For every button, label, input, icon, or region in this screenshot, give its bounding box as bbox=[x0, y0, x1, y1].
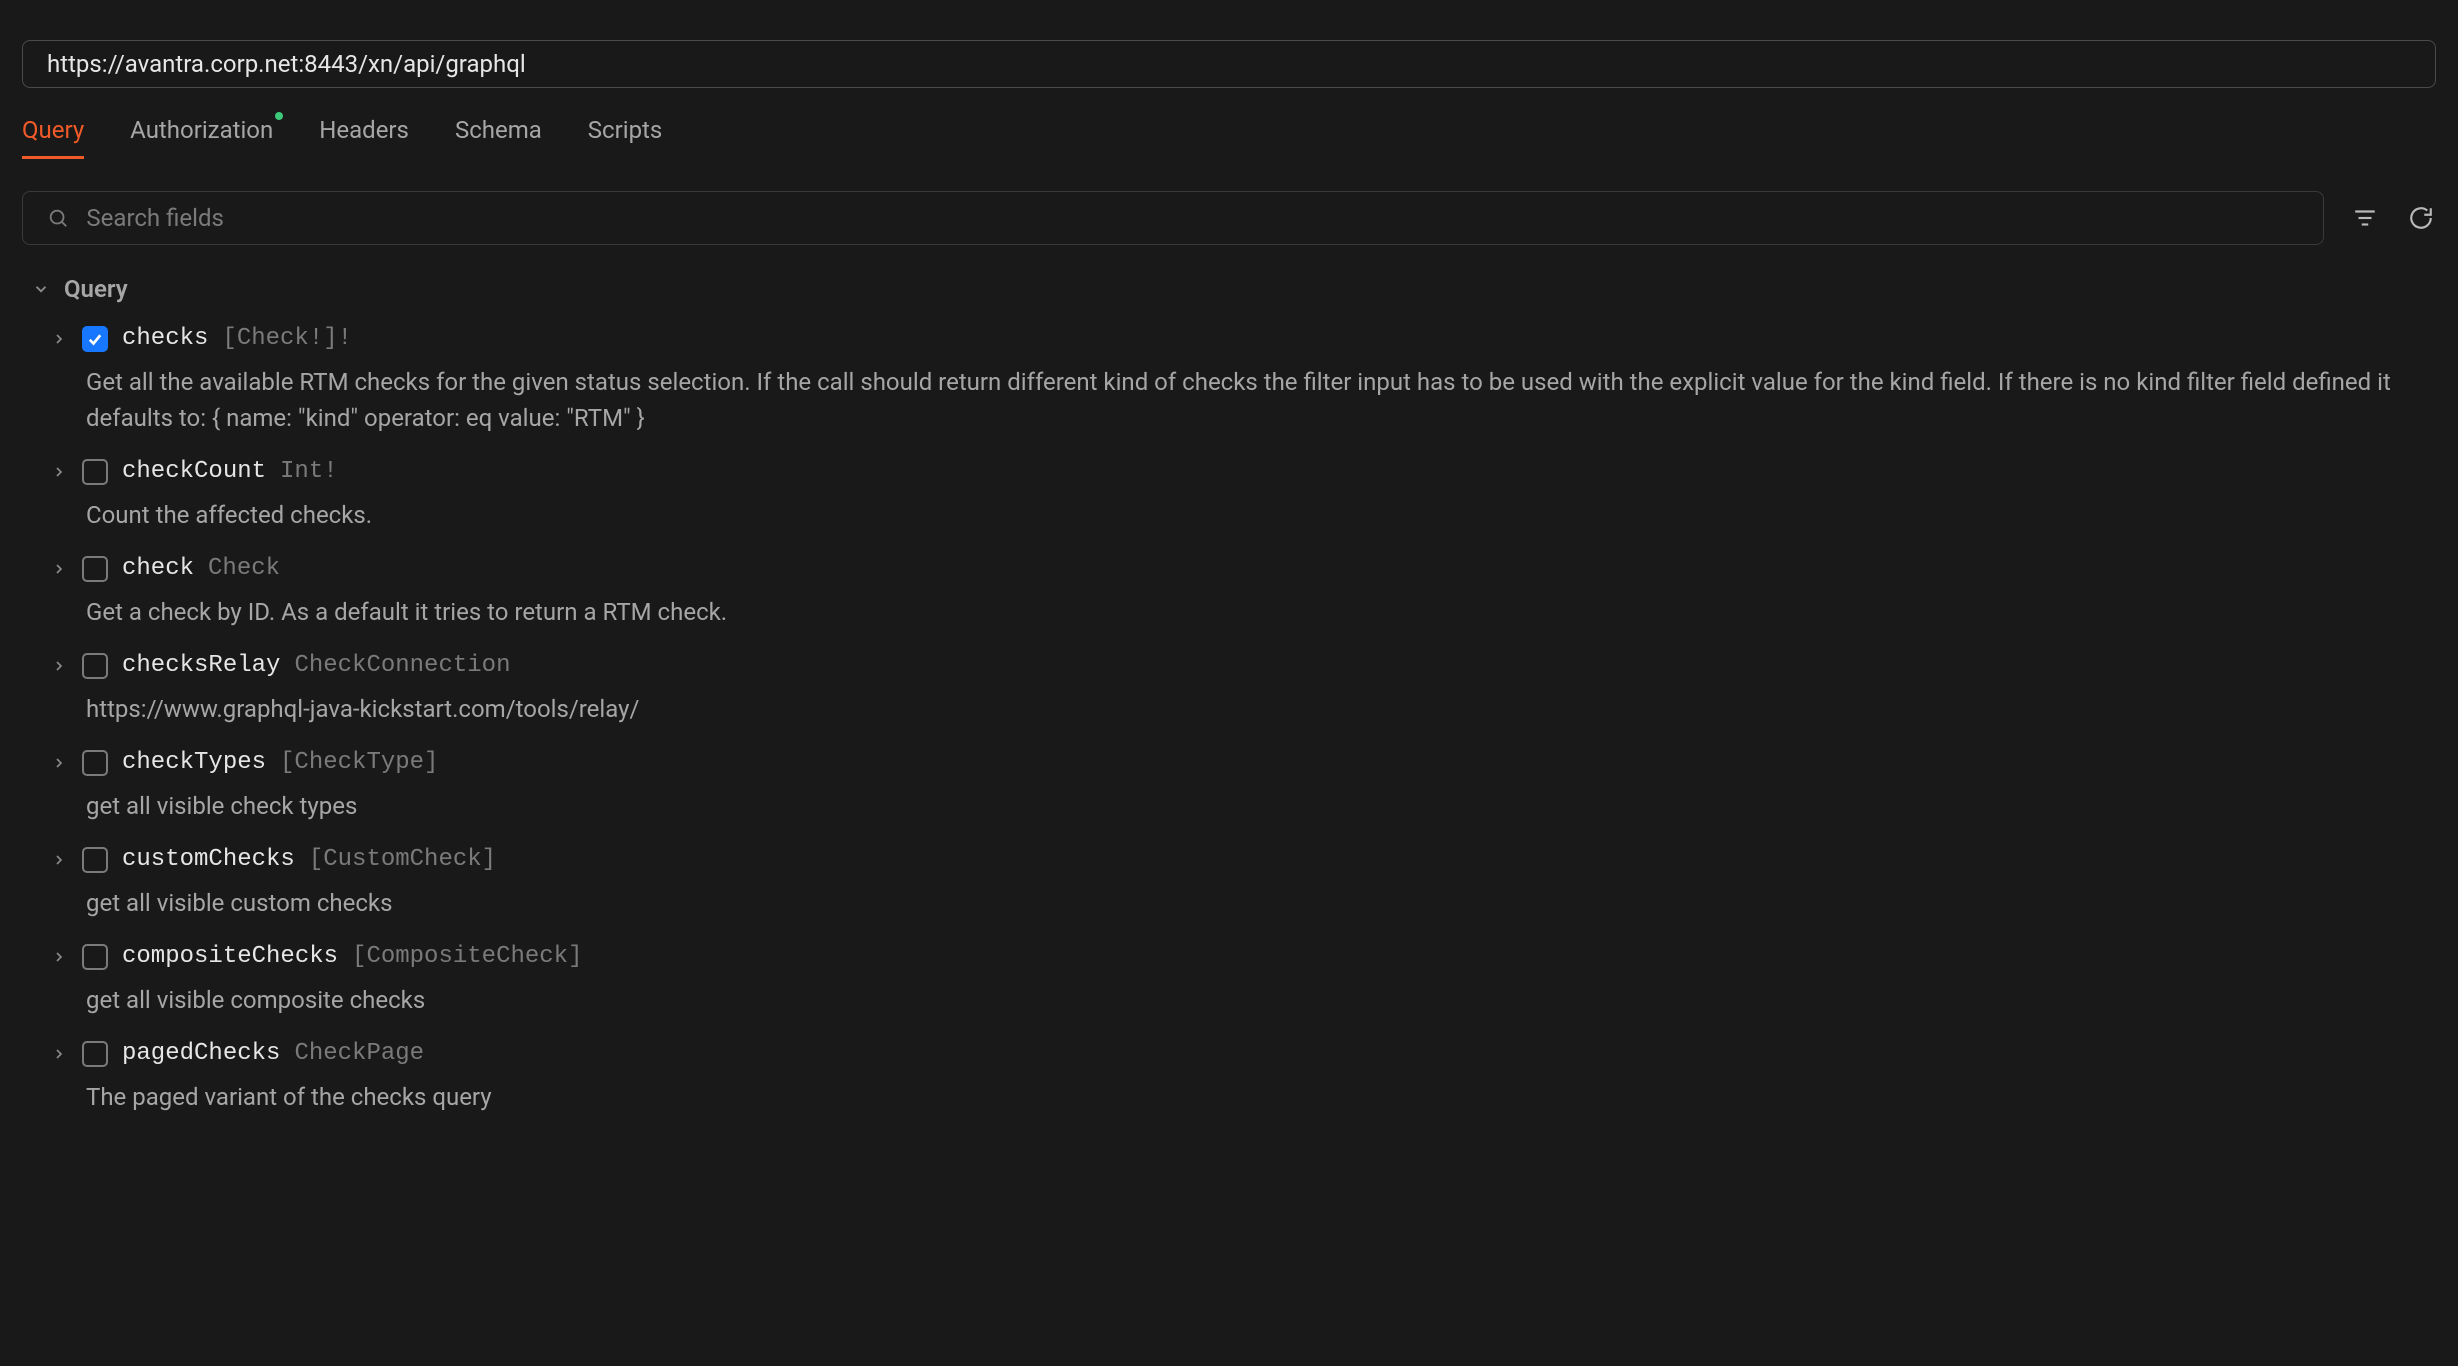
field-type: Int! bbox=[280, 458, 338, 485]
field-description: Get all the available RTM checks for the… bbox=[86, 364, 2436, 436]
status-dot-icon bbox=[275, 112, 283, 120]
field-name: check bbox=[122, 555, 194, 582]
field-description: The paged variant of the checks query bbox=[86, 1079, 2436, 1115]
chevron-right-icon[interactable] bbox=[50, 755, 68, 771]
chevron-right-icon[interactable] bbox=[50, 949, 68, 965]
tab-label: Query bbox=[22, 116, 84, 144]
field-name: checkCount bbox=[122, 458, 266, 485]
field-row[interactable]: checks [Check!]! bbox=[50, 325, 2436, 352]
root-type-label: Query bbox=[64, 275, 128, 303]
field-name: checks bbox=[122, 325, 208, 352]
root-type-row[interactable]: Query bbox=[32, 275, 2436, 303]
field-checkbox[interactable] bbox=[82, 653, 108, 679]
field-row[interactable]: compositeChecks [CompositeCheck] bbox=[50, 943, 2436, 970]
field-type: [CompositeCheck] bbox=[352, 943, 582, 970]
field-type: [Check!]! bbox=[222, 325, 352, 352]
field-row[interactable]: customChecks [CustomCheck] bbox=[50, 846, 2436, 873]
field-type: [CheckType] bbox=[280, 749, 438, 776]
url-input[interactable] bbox=[47, 50, 2411, 78]
field-row[interactable]: pagedChecks CheckPage bbox=[50, 1040, 2436, 1067]
tab-label: Scripts bbox=[588, 116, 663, 144]
field-description: Get a check by ID. As a default it tries… bbox=[86, 594, 2436, 630]
toolbar bbox=[0, 159, 2458, 245]
field-row[interactable]: checkTypes [CheckType] bbox=[50, 749, 2436, 776]
field-checkbox[interactable] bbox=[82, 556, 108, 582]
field-description: Count the affected checks. bbox=[86, 497, 2436, 533]
field-description: get all visible check types bbox=[86, 788, 2436, 824]
search-input[interactable] bbox=[86, 204, 2303, 232]
field-type: CheckPage bbox=[294, 1040, 424, 1067]
tab-schema[interactable]: Schema bbox=[455, 116, 542, 158]
field-checkbox[interactable] bbox=[82, 1041, 108, 1067]
field-name: customChecks bbox=[122, 846, 295, 873]
field-checkbox[interactable] bbox=[82, 326, 108, 352]
tab-scripts[interactable]: Scripts bbox=[588, 116, 663, 158]
field-row[interactable]: check Check bbox=[50, 555, 2436, 582]
field-checkbox[interactable] bbox=[82, 847, 108, 873]
field-checkbox[interactable] bbox=[82, 750, 108, 776]
chevron-right-icon[interactable] bbox=[50, 464, 68, 480]
tab-headers[interactable]: Headers bbox=[319, 116, 409, 158]
search-field-wrap[interactable] bbox=[22, 191, 2324, 245]
search-icon bbox=[43, 203, 72, 233]
field-description: get all visible custom checks bbox=[86, 885, 2436, 921]
url-bar[interactable] bbox=[22, 40, 2436, 88]
field-checkbox[interactable] bbox=[82, 944, 108, 970]
field-row[interactable]: checkCount Int! bbox=[50, 458, 2436, 485]
field-row[interactable]: checksRelay CheckConnection bbox=[50, 652, 2436, 679]
schema-tree: Query checks [Check!]! Get all the availab… bbox=[0, 245, 2458, 1115]
field-name: checksRelay bbox=[122, 652, 280, 679]
field-description: https://www.graphql-java-kickstart.com/t… bbox=[86, 691, 2436, 727]
tabs: Query Authorization Headers Schema Scripts bbox=[0, 88, 2458, 159]
field-type: Check bbox=[208, 555, 280, 582]
chevron-right-icon[interactable] bbox=[50, 331, 68, 347]
field-type: CheckConnection bbox=[294, 652, 510, 679]
field-name: compositeChecks bbox=[122, 943, 338, 970]
field-description: get all visible composite checks bbox=[86, 982, 2436, 1018]
tab-label: Headers bbox=[319, 116, 409, 144]
tab-authorization[interactable]: Authorization bbox=[130, 116, 273, 158]
tab-label: Schema bbox=[455, 116, 542, 144]
filter-icon[interactable] bbox=[2350, 203, 2380, 233]
field-type: [CustomCheck] bbox=[309, 846, 496, 873]
chevron-right-icon[interactable] bbox=[50, 1046, 68, 1062]
field-checkbox[interactable] bbox=[82, 459, 108, 485]
tab-label: Authorization bbox=[130, 116, 273, 144]
field-name: checkTypes bbox=[122, 749, 266, 776]
chevron-down-icon bbox=[32, 280, 50, 298]
chevron-right-icon[interactable] bbox=[50, 561, 68, 577]
chevron-right-icon[interactable] bbox=[50, 658, 68, 674]
tab-query[interactable]: Query bbox=[22, 116, 84, 158]
field-name: pagedChecks bbox=[122, 1040, 280, 1067]
chevron-right-icon[interactable] bbox=[50, 852, 68, 868]
refresh-icon[interactable] bbox=[2406, 203, 2436, 233]
